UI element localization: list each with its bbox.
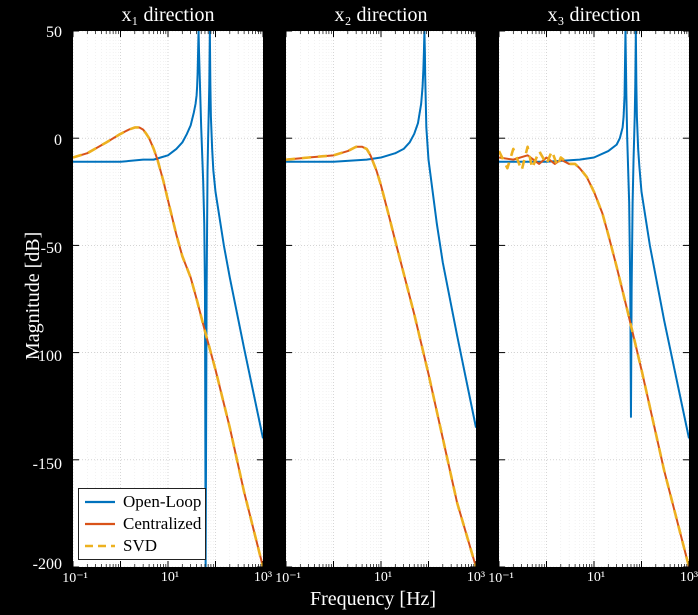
panel-title: x₁ direction [72,4,264,27]
legend-item-centralized: Centralized [83,513,201,535]
ytick-label: 0 [32,132,62,150]
ytick-label: 50 [32,24,62,42]
ytick-label: -150 [22,456,62,474]
xtick-label: 10³ [669,570,698,586]
legend-swatch [83,491,117,513]
bode-figure: Magnitude [dB] Frequency [Hz] 50 0 -50 -… [0,0,698,615]
legend: Open-Loop Centralized SVD [78,488,206,560]
legend-item-svd: SVD [83,535,201,557]
legend-label: Open-Loop [123,492,201,512]
legend-label: Centralized [123,514,201,534]
xtick-label: 10¹ [363,570,403,586]
x-axis-label: Frequency [Hz] [310,588,436,611]
xtick-label: 10⁻¹ [55,570,95,587]
xtick-label: 10¹ [576,570,616,586]
panel-title: x₂ direction [285,4,477,27]
legend-label: SVD [123,536,157,556]
xtick-label: 10¹ [150,570,190,586]
ytick-label: -50 [28,240,62,258]
xtick-label: 10⁻¹ [481,570,521,587]
legend-swatch [83,535,117,557]
legend-item-open-loop: Open-Loop [83,491,201,513]
ytick-label: -100 [22,348,62,366]
chart-panel-x3 [498,30,690,568]
xtick-label: 10⁻¹ [268,570,308,587]
legend-swatch [83,513,117,535]
chart-panel-x2 [285,30,477,568]
panel-title: x₃ direction [498,4,690,27]
